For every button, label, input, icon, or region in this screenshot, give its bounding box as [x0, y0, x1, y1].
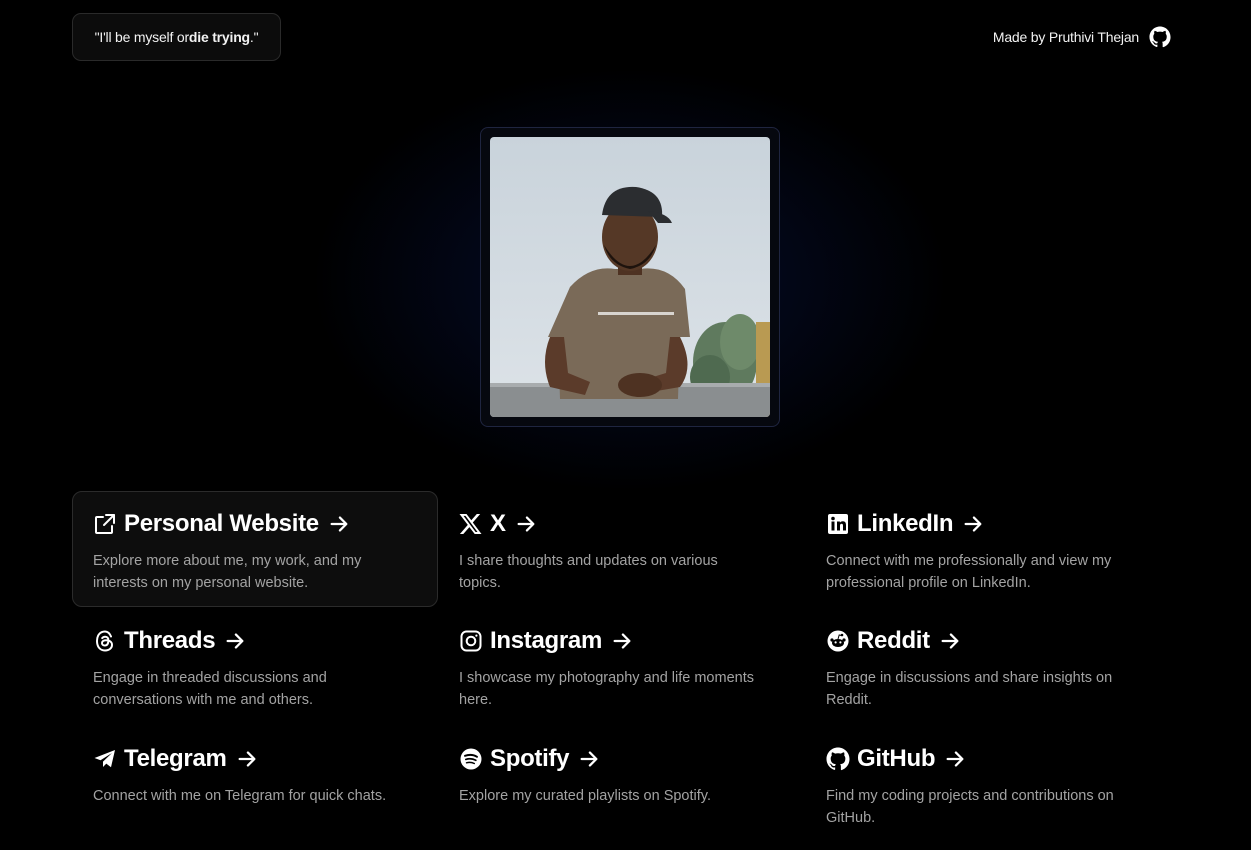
quote-suffix: ." — [249, 29, 259, 45]
card-title: Personal Website — [93, 510, 417, 538]
card-title-text: GitHub — [857, 745, 936, 772]
arrow-right-icon — [580, 751, 598, 767]
page: "I'll be myself or die trying ." Made by … — [0, 0, 1251, 850]
card-title-text: LinkedIn — [857, 510, 954, 537]
card-description: Engage in discussions and share insights… — [826, 670, 1113, 708]
card-title: Reddit — [826, 627, 1150, 655]
link-card-telegram[interactable]: Telegram Connect with me on Telegram for… — [72, 726, 438, 842]
x-icon — [459, 514, 482, 534]
card-title-text: Personal Website — [124, 510, 319, 537]
card-title-text: Spotify — [490, 745, 570, 772]
card-description: I showcase my photography and life momen… — [459, 670, 754, 708]
linkedin-icon — [828, 514, 848, 534]
card-description: Find my coding projects and contribution… — [826, 788, 1114, 826]
card-title: Spotify — [459, 745, 783, 773]
arrow-right-icon — [238, 751, 256, 767]
profile-photo-frame — [480, 127, 780, 427]
card-title: Threads — [93, 627, 417, 655]
arrow-right-icon — [330, 516, 348, 532]
card-title-text: X — [490, 510, 506, 537]
card-title: GitHub — [826, 745, 1150, 773]
github-icon — [826, 747, 850, 771]
quote-badge: "I'll be myself or die trying ." — [72, 13, 281, 61]
card-title-text: Reddit — [857, 627, 930, 654]
link-card-linkedin[interactable]: LinkedIn Connect with me professionally … — [805, 491, 1171, 607]
card-title-text: Instagram — [490, 627, 603, 654]
profile-photo — [490, 137, 770, 417]
link-card-instagram[interactable]: Instagram I showcase my photography and … — [438, 608, 804, 724]
card-title: X — [459, 510, 783, 538]
arrow-right-icon — [517, 516, 535, 532]
card-title: LinkedIn — [826, 510, 1150, 538]
link-card-x[interactable]: X I share thoughts and updates on variou… — [438, 491, 804, 607]
arrow-right-icon — [941, 633, 959, 649]
arrow-right-icon — [613, 633, 631, 649]
github-icon — [1149, 26, 1171, 48]
card-title: Instagram — [459, 627, 783, 655]
card-title-text: Threads — [124, 627, 216, 654]
reddit-icon — [827, 630, 849, 652]
card-description: Engage in threaded discussions and conve… — [93, 670, 327, 708]
quote-bold: die trying — [188, 29, 250, 45]
quote-prefix: "I'll be myself or — [94, 29, 189, 45]
arrow-right-icon — [946, 751, 964, 767]
card-description: Connect with me on Telegram for quick ch… — [93, 788, 387, 804]
arrow-right-icon — [964, 516, 982, 532]
made-by-link[interactable]: Made by Pruthivi Thejan — [993, 26, 1171, 48]
card-title-text: Telegram — [124, 745, 227, 772]
card-description: Explore my curated playlists on Spotify. — [459, 788, 711, 804]
link-card-threads[interactable]: Threads Engage in threaded discussions a… — [72, 608, 438, 724]
external-link-icon — [95, 514, 115, 534]
link-card-github[interactable]: GitHub Find my coding projects and contr… — [805, 726, 1171, 842]
arrow-right-icon — [226, 633, 244, 649]
link-card-personal-website[interactable]: Personal Website Explore more about me, … — [72, 491, 438, 607]
card-description: I share thoughts and updates on various … — [459, 553, 718, 591]
card-description: Explore more about me, my work, and my i… — [93, 553, 362, 591]
made-by-label: Made by Pruthivi Thejan — [992, 29, 1139, 45]
telegram-icon — [94, 750, 115, 768]
threads-icon — [95, 630, 114, 652]
spotify-icon — [460, 748, 482, 770]
card-description: Connect with me professionally and view … — [826, 553, 1112, 591]
card-title: Telegram — [93, 745, 417, 773]
instagram-icon — [460, 630, 482, 652]
link-card-reddit[interactable]: Reddit Engage in discussions and share i… — [805, 608, 1171, 724]
link-card-spotify[interactable]: Spotify Explore my curated playlists on … — [438, 726, 804, 842]
